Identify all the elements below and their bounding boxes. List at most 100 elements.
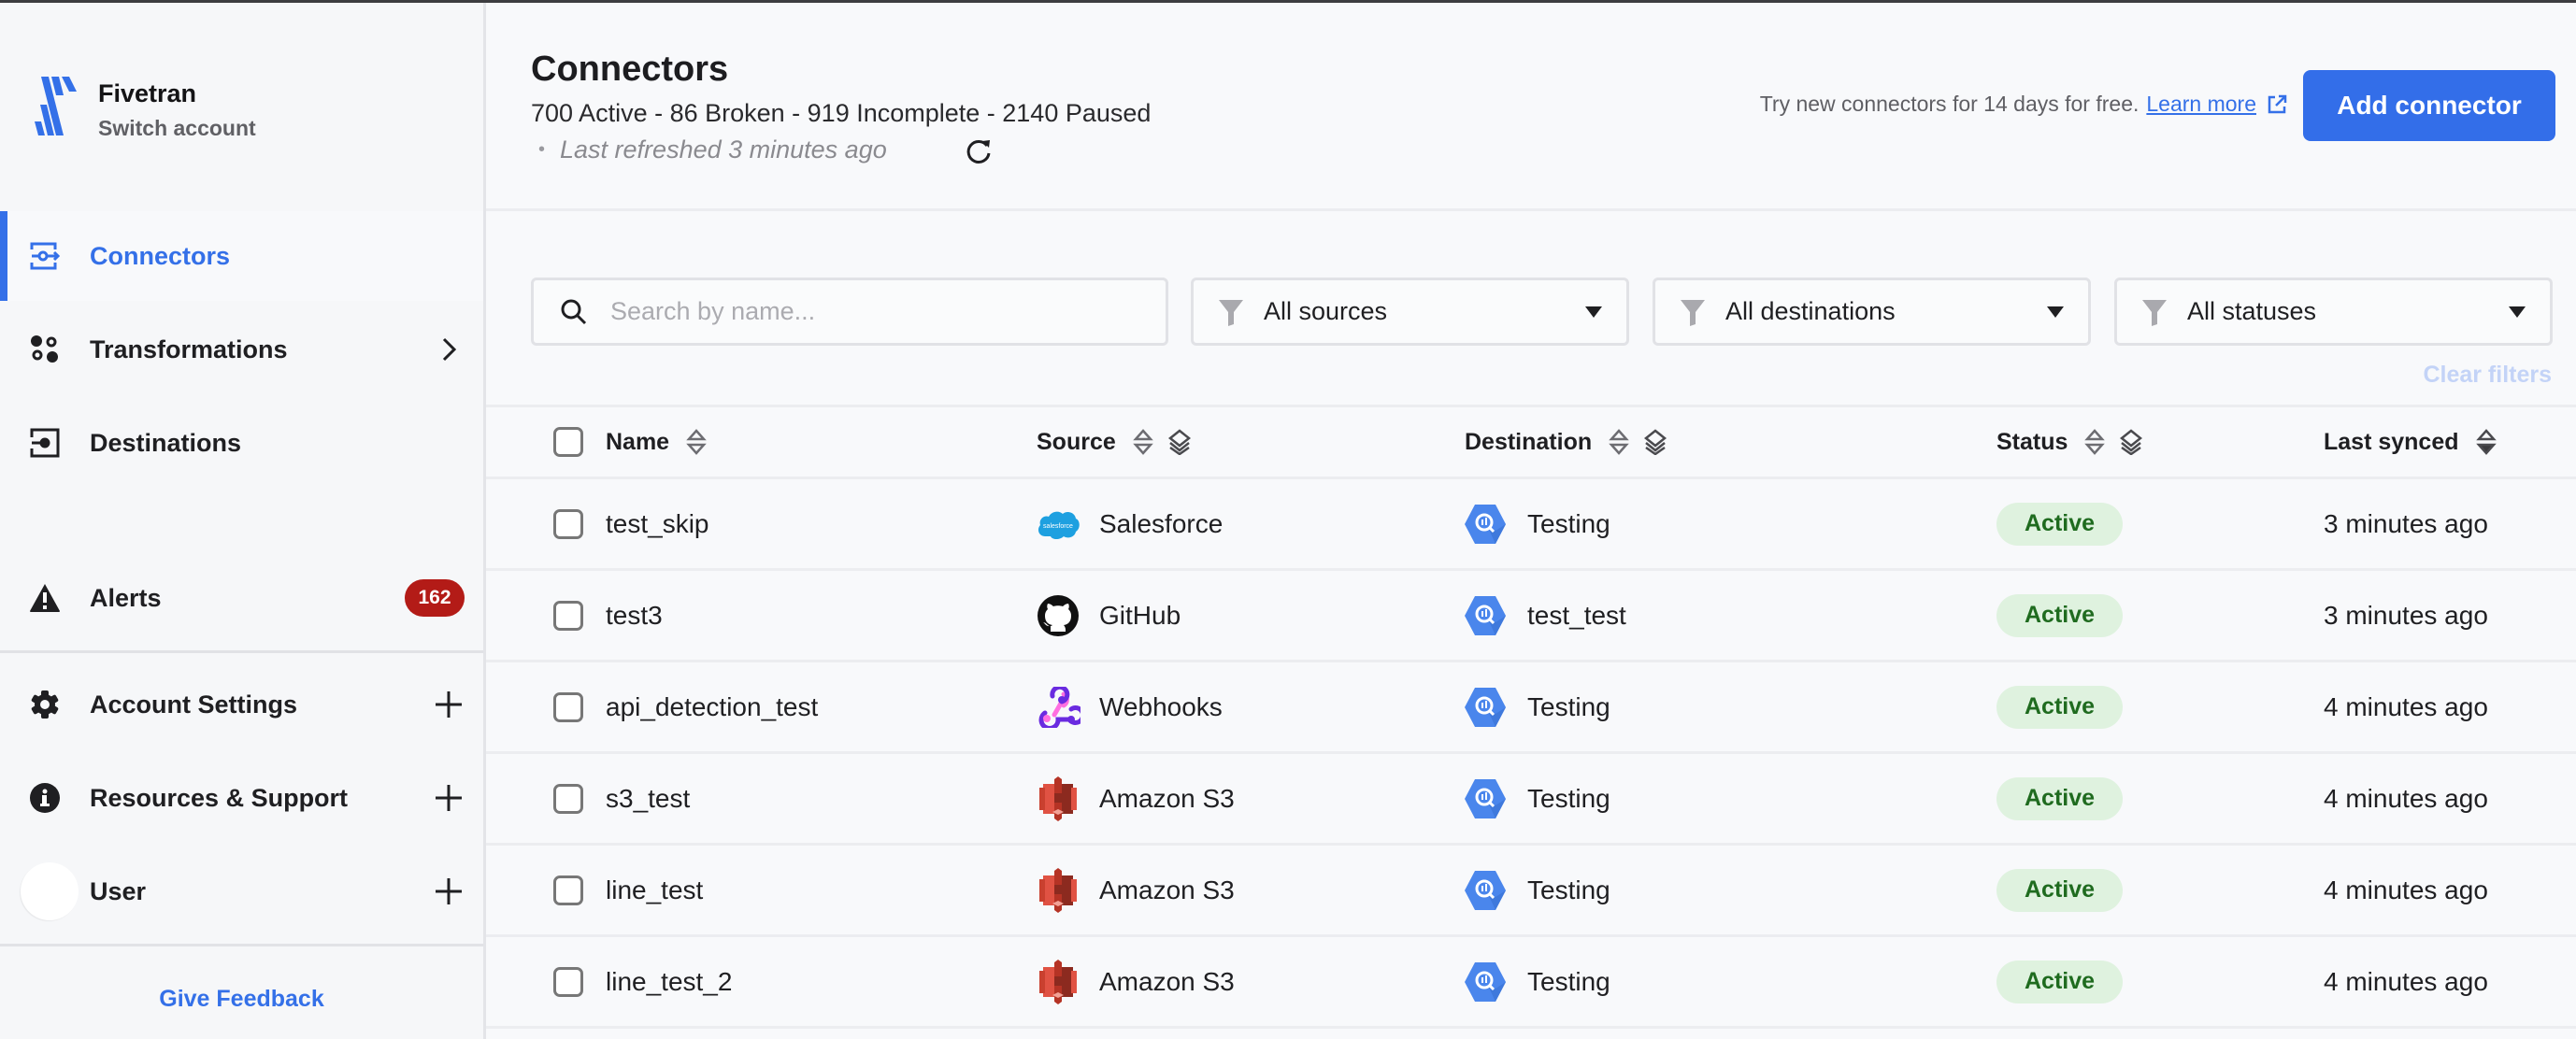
search-field[interactable] [531, 278, 1168, 346]
sort-icon[interactable] [2084, 429, 2106, 455]
destination-name: test_test [1527, 600, 1626, 630]
info-icon [29, 782, 61, 814]
row-select-cell [553, 846, 583, 934]
sort-icon[interactable] [686, 429, 707, 455]
sort-descending-icon[interactable] [2475, 429, 2497, 455]
sidebar-item-connectors[interactable]: Connectors [0, 211, 483, 301]
clear-filters-button[interactable]: Clear filters [2423, 362, 2552, 389]
row-checkbox[interactable] [553, 691, 583, 722]
select-all-checkbox[interactable] [553, 427, 583, 457]
select-all-cell [553, 407, 583, 477]
plus-icon[interactable] [433, 689, 465, 720]
group-by-icon[interactable] [1642, 429, 1668, 455]
filter-icon [1219, 299, 1243, 326]
sidebar-item-alerts[interactable]: Alerts 162 [0, 553, 483, 643]
connector-name-text: api_detection_test [606, 691, 819, 721]
external-link-icon[interactable] [2266, 93, 2288, 116]
sidebar-item-transformations[interactable]: Transformations [0, 305, 483, 394]
connector-name[interactable]: test_skip [606, 479, 709, 568]
sort-icon[interactable] [1609, 429, 1629, 455]
sources-filter-dropdown[interactable]: All sources [1191, 278, 1629, 346]
column-header-name[interactable]: Name [606, 407, 707, 477]
table-row[interactable]: line_test_2 Amazon S3 Testing Active 4 m… [486, 937, 2576, 1029]
column-header-source[interactable]: Source [1037, 407, 1193, 477]
sidebar-item-resources-support[interactable]: Resources & Support [0, 753, 483, 843]
sources-filter-value: All sources [1264, 297, 1388, 325]
sidebar-item-destinations[interactable]: Destinations [0, 398, 483, 488]
group-by-icon[interactable] [2118, 429, 2144, 455]
connector-name[interactable]: s3_test [606, 754, 690, 843]
destination-name: Testing [1527, 691, 1610, 721]
search-input[interactable] [610, 297, 1152, 326]
svg-text:salesforce: salesforce [1043, 523, 1073, 530]
connector-name[interactable]: line_test_2 [606, 937, 732, 1026]
destination-name: Testing [1527, 966, 1610, 996]
table-row[interactable]: test3 GitHub test_test Active 3 minutes … [486, 571, 2576, 662]
sidebar-item-label: Alerts [90, 583, 162, 612]
group-by-icon[interactable] [1166, 429, 1193, 455]
status-badge: Active [1996, 868, 2124, 912]
sidebar-item-label: Resources & Support [90, 783, 349, 812]
source-name: Amazon S3 [1099, 966, 1235, 996]
column-header-last-synced[interactable]: Last synced [2324, 407, 2497, 477]
destinations-filter-dropdown[interactable]: All destinations [1653, 278, 2091, 346]
learn-more-link[interactable]: Learn more [2146, 92, 2256, 117]
status-cell: Active [1996, 846, 2124, 934]
connector-name-text: line_test_2 [606, 966, 733, 996]
source-cell: Amazon S3 [1036, 846, 1235, 934]
source-name: Salesforce [1099, 508, 1224, 538]
table-row[interactable]: test_skip salesforce Salesforce Testing … [486, 479, 2576, 571]
row-checkbox[interactable] [553, 508, 583, 539]
destination-cell: Testing [1464, 937, 1610, 1026]
connector-icon [29, 240, 61, 272]
webhooks-icon [1036, 685, 1080, 730]
row-checkbox[interactable] [553, 600, 583, 631]
sidebar-item-user[interactable]: User [0, 847, 483, 936]
caret-down-icon [1585, 306, 1602, 318]
row-checkbox[interactable] [553, 783, 583, 814]
last-refreshed: • Last refreshed 3 minutes ago [538, 135, 887, 164]
last-synced-cell: 3 minutes ago [2324, 479, 2488, 568]
row-checkbox[interactable] [553, 966, 583, 997]
add-connector-button[interactable]: Add connector [2303, 70, 2555, 141]
source-name: Amazon S3 [1099, 875, 1235, 904]
sidebar-divider [0, 944, 483, 946]
table-row[interactable]: s3_test Amazon S3 Testing Active 4 minut… [486, 754, 2576, 846]
connector-name[interactable]: line_test [606, 846, 703, 934]
plus-icon[interactable] [433, 782, 465, 814]
page-header: Connectors 700 Active - 86 Broken - 919 … [486, 3, 2576, 211]
plus-icon[interactable] [433, 875, 465, 907]
last-synced-text: 3 minutes ago [2324, 508, 2488, 538]
refresh-icon[interactable] [965, 137, 993, 165]
amazon-s3-icon [1036, 867, 1080, 913]
filter-icon [2142, 299, 2167, 326]
column-header-status[interactable]: Status [1996, 407, 2144, 477]
switch-account-link[interactable]: Switch account [98, 114, 256, 142]
column-header-destination[interactable]: Destination [1465, 407, 1668, 477]
sidebar-item-label: User [90, 876, 147, 905]
row-select-cell [553, 662, 583, 751]
source-cell: Amazon S3 [1036, 937, 1235, 1026]
statuses-filter-dropdown[interactable]: All statuses [2114, 278, 2553, 346]
sort-icon[interactable] [1132, 429, 1153, 455]
row-select-cell [553, 754, 583, 843]
row-checkbox[interactable] [553, 875, 583, 905]
table-row[interactable]: line_test Amazon S3 Testing Active 4 min… [486, 846, 2576, 937]
status-cell: Active [1996, 662, 2124, 751]
give-feedback-link[interactable]: Give Feedback [0, 986, 483, 1013]
account-switcher[interactable]: Fivetran Switch account [34, 77, 256, 140]
source-cell: salesforce Salesforce [1036, 479, 1223, 568]
connector-name-text: s3_test [606, 783, 691, 813]
sidebar: Fivetran Switch account Connectors Trans… [0, 3, 486, 1039]
last-synced-text: 3 minutes ago [2324, 600, 2488, 630]
sidebar-item-account-settings[interactable]: Account Settings [0, 660, 483, 749]
connector-name[interactable]: api_detection_test [606, 662, 818, 751]
destinations-filter-value: All destinations [1725, 297, 1896, 325]
table-row[interactable]: api_detection_test Webhooks Testing Acti… [486, 662, 2576, 754]
source-name: Amazon S3 [1099, 783, 1235, 813]
status-cell: Active [1996, 479, 2124, 568]
connector-stats: 700 Active - 86 Broken - 919 Incomplete … [531, 99, 1152, 127]
table-header: Name Source Destination Status Last sync… [486, 405, 2576, 479]
connector-name[interactable]: test3 [606, 571, 663, 660]
destination-icon [29, 427, 61, 459]
